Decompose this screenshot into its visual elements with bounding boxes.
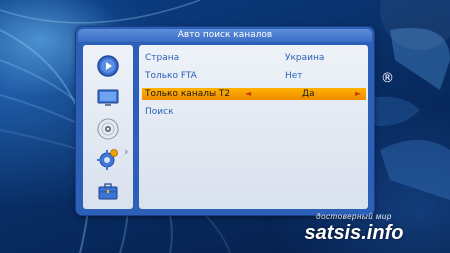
menu-row-label: Поиск xyxy=(145,107,174,117)
watermark-tagline: достоверный мир xyxy=(316,212,392,221)
registered-mark: ® xyxy=(381,71,394,86)
menu-row-label: Только каналы T2 xyxy=(145,89,231,99)
menu-row-label: Страна xyxy=(145,53,180,63)
menu-row-value: Да xyxy=(302,89,315,99)
dialog-title: Авто поиск каналов xyxy=(78,29,372,42)
toolbox-icon[interactable] xyxy=(96,179,120,203)
menu-row-t2-only[interactable]: Только каналы T2 ◄ Да ► xyxy=(142,88,366,100)
settings-menu-list: Страна Украина Только FTA Нет Только кан… xyxy=(139,45,368,209)
menu-row-search[interactable]: Поиск xyxy=(142,106,366,118)
watermark-name: satsis.info xyxy=(304,222,404,244)
sidebar-icon-column: › xyxy=(83,45,133,209)
arrow-left-icon[interactable]: ◄ xyxy=(245,88,251,100)
settings-gear-icon[interactable] xyxy=(96,147,120,171)
active-item-chevron-icon: › xyxy=(124,145,129,158)
menu-row-country[interactable]: Страна Украина xyxy=(142,52,366,64)
menu-row-value: Нет xyxy=(285,71,303,81)
site-watermark: достоверный мир satsis.info xyxy=(284,212,424,250)
disc-icon[interactable] xyxy=(96,117,120,141)
arrow-right-icon[interactable]: ► xyxy=(355,88,361,100)
auto-channel-search-dialog: Авто поиск каналов › Страна Украина Толь… xyxy=(76,27,374,215)
menu-row-value: Украина xyxy=(285,53,325,63)
menu-row-label: Только FTA xyxy=(145,71,197,81)
menu-row-fta-only[interactable]: Только FTA Нет xyxy=(142,70,366,82)
play-icon[interactable] xyxy=(96,54,120,78)
tv-screen-icon[interactable] xyxy=(96,85,120,109)
